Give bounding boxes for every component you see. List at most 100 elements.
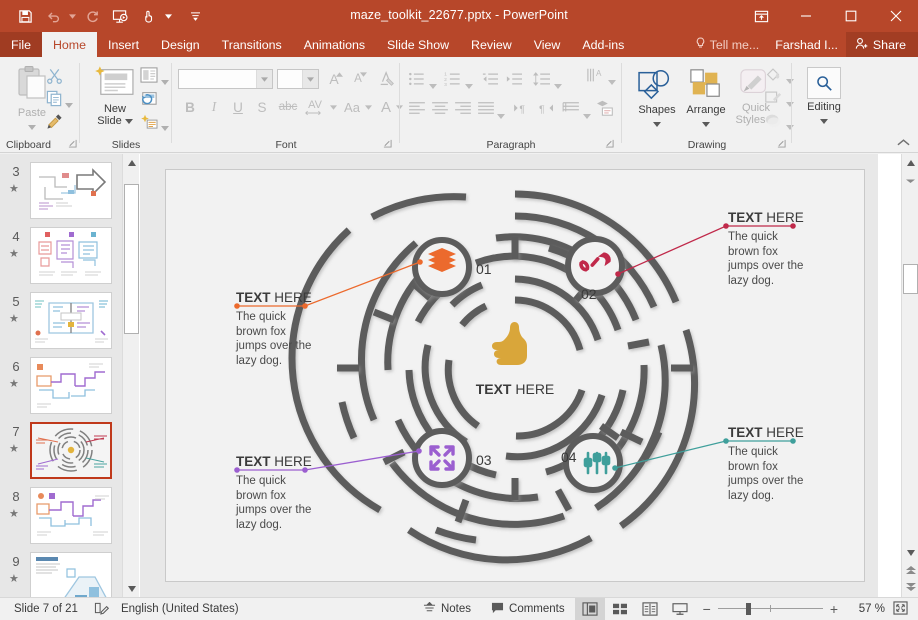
numbering-dropdown-icon[interactable] [465, 76, 473, 94]
language-indicator[interactable]: English (United States) [121, 603, 239, 615]
close-icon[interactable] [873, 0, 918, 32]
slide-scroll-up-page-icon[interactable] [902, 171, 918, 188]
callout-03[interactable]: TEXT HERE The quick brown fox jumps over… [236, 454, 346, 532]
new-slide-dropdown-icon[interactable] [124, 115, 133, 127]
slide-scrollbar[interactable] [901, 154, 918, 597]
copy-dropdown-icon[interactable] [65, 95, 73, 113]
thumbnail-slide-6[interactable]: 6 ★ [0, 355, 122, 420]
ltr-text-direction-button[interactable]: ¶ [513, 101, 531, 120]
zoom-level-label[interactable]: 57 % [845, 603, 885, 615]
shape-fill-button[interactable] [764, 66, 782, 88]
slide-layout-button[interactable] [140, 67, 158, 88]
comments-button[interactable]: Comments [481, 598, 575, 620]
increase-font-size-button[interactable]: A [324, 69, 344, 89]
character-spacing-button[interactable]: AV [302, 97, 328, 117]
rtl-text-direction-button[interactable]: ¶ [537, 101, 555, 120]
thumbnail-slide-7[interactable]: 7 ★ [0, 420, 122, 485]
slide-sorter-view-button[interactable] [605, 598, 635, 620]
reset-slide-button[interactable] [140, 90, 158, 111]
reading-view-button[interactable] [635, 598, 665, 620]
zoom-in-button[interactable]: + [830, 601, 838, 617]
arrange-button[interactable]: Arrange [680, 67, 732, 130]
arrange-dropdown-icon[interactable] [702, 118, 710, 130]
line-spacing-dropdown-icon[interactable] [554, 76, 562, 94]
thumbnail-preview[interactable] [30, 227, 112, 284]
align-left-button[interactable] [408, 101, 426, 120]
callout-04[interactable]: TEXT HERE The quick brown fox jumps over… [728, 425, 848, 503]
thumbnail-scroll-up-icon[interactable] [123, 154, 140, 171]
callout-02[interactable]: TEXT HERE The quick brown fox jumps over… [728, 210, 848, 288]
columns-dropdown-icon[interactable] [497, 106, 505, 124]
thumbnail-slide-4[interactable]: 4 ★ [0, 225, 122, 290]
strikethrough-button[interactable]: abc [276, 97, 300, 117]
change-case-button[interactable]: Aa [341, 97, 363, 117]
bullets-dropdown-icon[interactable] [429, 76, 437, 94]
decrease-font-size-button[interactable]: A [348, 69, 368, 89]
thumbnail-scroll-thumb[interactable] [124, 184, 139, 334]
font-size-input[interactable] [277, 69, 319, 89]
zoom-slider-handle[interactable] [745, 603, 751, 615]
slide-indicator[interactable]: Slide 7 of 21 [14, 603, 78, 615]
tab-home[interactable]: Home [41, 32, 98, 57]
collapse-ribbon-icon[interactable] [897, 138, 910, 150]
tab-insert[interactable]: Insert [97, 32, 150, 57]
normal-view-button[interactable] [574, 597, 605, 620]
notes-button[interactable]: Notes [413, 598, 481, 620]
font-name-dropdown-icon[interactable] [256, 70, 272, 88]
current-slide[interactable]: 01 02 03 04 TEXT HERE TEXT HERE The quic… [165, 169, 865, 582]
text-direction-button[interactable]: A [586, 67, 606, 90]
bullets-button[interactable] [408, 71, 426, 92]
new-slide-button[interactable]: New Slide [88, 65, 142, 127]
font-dialog-launcher[interactable] [383, 139, 392, 150]
underline-button[interactable]: U [228, 97, 248, 117]
slide-scroll-up-icon[interactable] [902, 154, 918, 171]
thumbnail-preview[interactable] [30, 292, 112, 349]
thumbnail-slide-8[interactable]: 8 ★ [0, 485, 122, 550]
slide-scroll-down-icon[interactable] [902, 544, 918, 561]
thumbnail-preview[interactable] [30, 162, 112, 219]
cut-button[interactable] [46, 67, 63, 89]
share-button[interactable]: Share [845, 32, 918, 57]
thumbnail-preview[interactable] [30, 487, 112, 544]
numbering-button[interactable]: 123 [444, 71, 462, 92]
font-size-dropdown-icon[interactable] [302, 70, 318, 88]
tab-file[interactable]: File [0, 32, 42, 57]
minimize-icon[interactable] [783, 0, 828, 32]
font-color-button[interactable]: A [378, 97, 394, 117]
slide-thumbnail-pane[interactable]: 3 ★ 4 ★ 5 ★ 6 ★ 7 ★ 8 ★ 9 ★ [0, 154, 122, 597]
thumbnail-slide-5[interactable]: 5 ★ [0, 290, 122, 355]
increase-indent-button[interactable] [505, 71, 523, 92]
change-case-dropdown-icon[interactable] [363, 101, 373, 113]
fit-slide-to-window-button[interactable] [885, 600, 918, 618]
font-name-input[interactable] [178, 69, 273, 89]
thumbnail-scrollbar[interactable] [122, 154, 139, 597]
ribbon-display-options-icon[interactable] [739, 0, 783, 32]
drawing-dialog-launcher[interactable] [777, 139, 786, 150]
tab-add-ins[interactable]: Add-ins [571, 32, 635, 57]
section-button[interactable] [140, 113, 158, 134]
clipboard-dialog-launcher[interactable] [68, 139, 77, 150]
thumbnail-preview[interactable] [30, 357, 112, 414]
shape-effects-button[interactable] [764, 112, 782, 134]
tab-transitions[interactable]: Transitions [211, 32, 293, 57]
italic-button[interactable]: I [204, 97, 224, 117]
paste-dropdown-icon[interactable] [28, 121, 36, 133]
line-spacing-button[interactable] [533, 71, 551, 92]
convert-to-smartart-button[interactable] [596, 99, 616, 122]
editing-button[interactable]: Editing [801, 67, 847, 127]
shapes-dropdown-icon[interactable] [653, 118, 661, 130]
thumbnail-slide-3[interactable]: 3 ★ [0, 160, 122, 225]
tell-me-button[interactable]: Tell me... [687, 32, 768, 57]
format-painter-button[interactable] [46, 113, 63, 135]
thumbnail-preview-selected[interactable] [30, 422, 112, 479]
align-text-dropdown-icon[interactable] [583, 106, 591, 124]
align-text-button[interactable] [562, 101, 580, 120]
thumbnail-scroll-down-icon[interactable] [123, 580, 140, 597]
tab-design[interactable]: Design [150, 32, 211, 57]
thumbnail-preview[interactable] [30, 552, 112, 597]
tab-review[interactable]: Review [460, 32, 523, 57]
shape-outline-button[interactable] [764, 89, 782, 111]
zoom-slider[interactable] [717, 602, 823, 616]
bold-button[interactable]: B [180, 97, 200, 117]
previous-slide-icon[interactable] [902, 561, 918, 578]
